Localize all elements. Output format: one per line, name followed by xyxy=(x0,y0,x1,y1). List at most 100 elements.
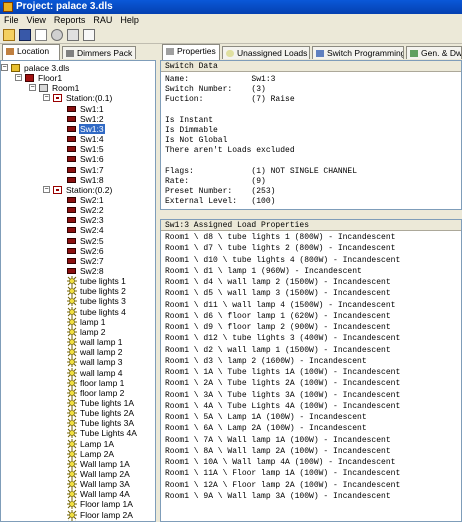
switch-icon xyxy=(67,258,76,264)
tree-load-label: Wall lamp 3A xyxy=(80,479,130,489)
open-folder-icon[interactable] xyxy=(3,29,15,41)
tree-switch-label: Sw2:2 xyxy=(80,205,104,215)
lamp-icon xyxy=(67,479,77,489)
menu-file[interactable]: File xyxy=(0,14,23,27)
tree-load-label: tube lights 3 xyxy=(80,296,126,306)
lamp-icon xyxy=(67,378,77,388)
tab-properties-label: Properties xyxy=(177,46,216,56)
switch-icon xyxy=(67,217,76,223)
switch-data-line: Preset Number: (253) xyxy=(165,187,276,197)
tab-location[interactable]: Location xyxy=(2,44,60,60)
tree-load-label: Wall lamp 1A xyxy=(80,459,130,469)
location-tree[interactable]: − palace 3.dls − Floor1− Room1− Station:(0.1)… xyxy=(0,60,156,522)
menu-reports[interactable]: Reports xyxy=(50,14,90,27)
switch-icon xyxy=(67,268,76,274)
tab-switch-programming[interactable]: Switch Programming xyxy=(312,46,404,59)
switch-data-line: Rate: (9) xyxy=(165,177,266,186)
menu-help[interactable]: Help xyxy=(116,14,143,27)
new-document-icon[interactable] xyxy=(35,29,47,41)
report-icon[interactable] xyxy=(83,29,95,41)
collapse-toggle[interactable]: − xyxy=(29,84,36,91)
menu-rau[interactable]: RAU xyxy=(89,14,116,27)
tree-switch-label: Sw1:4 xyxy=(80,134,104,144)
assigned-load-row: Room1 \ d9 \ floor lamp 2 (900W) - Incan… xyxy=(165,323,391,332)
assigned-load-row: Room1 \ d3 \ lamp 2 (1600W) - Incandesce… xyxy=(165,356,367,366)
collapse-toggle[interactable]: − xyxy=(15,74,22,81)
switch-icon xyxy=(67,156,76,162)
assigned-load-row: Room1 \ 7A \ Wall lamp 1A (100W) - Incan… xyxy=(165,435,391,445)
tree-switch-label: Sw1:6 xyxy=(80,154,104,164)
lamp-icon xyxy=(67,459,77,469)
tree-load-label: Tube lights 3A xyxy=(80,418,135,428)
dimmer-icon xyxy=(66,50,74,57)
menu-view[interactable]: View xyxy=(23,14,50,27)
tree-load-label: Lamp 1A xyxy=(80,439,115,449)
tree-switch-label: Sw1:5 xyxy=(80,144,104,154)
lamp-icon xyxy=(67,317,77,327)
station-icon xyxy=(53,186,62,194)
tab-unassigned-loads[interactable]: Unassigned Loads xyxy=(222,46,310,59)
assigned-load-row: Room1 \ d6 \ floor lamp 1 (620W) - Incan… xyxy=(165,311,391,321)
tab-dimmers-pack-label: Dimmers Pack xyxy=(77,48,133,58)
lamp-icon xyxy=(67,296,77,306)
tree-switch-label: Sw2:6 xyxy=(80,246,104,256)
lamp-icon xyxy=(67,388,77,398)
cancel-icon[interactable] xyxy=(51,29,63,41)
switch-icon xyxy=(67,116,76,122)
tree-load-label: floor lamp 2 xyxy=(80,388,125,398)
tree-load-label: Floor lamp 2A xyxy=(80,510,133,520)
tree-load-label: Lamp 2A xyxy=(80,449,115,459)
tab-gen-dwnl[interactable]: Gen. & Dwnl xyxy=(406,46,462,59)
switch-icon xyxy=(67,106,76,112)
assigned-load-row: Room1 \ d7 \ tube lights 2 (800W) - Inca… xyxy=(165,244,396,254)
switch-data-line: External Level: (100) xyxy=(165,197,276,207)
tree-load-label: wall lamp 3 xyxy=(80,357,123,367)
lamp-icon xyxy=(67,398,77,408)
collapse-toggle[interactable]: − xyxy=(1,64,8,71)
assigned-load-row: Room1 \ d8 \ tube lights 1 (800W) - Inca… xyxy=(165,233,396,242)
tree-station-2-label: Station:(0.2) xyxy=(66,185,113,195)
switch-icon xyxy=(67,177,76,183)
tree-load-label: Tube Lights 4A xyxy=(80,428,137,438)
tree-project-label: palace 3.dls xyxy=(24,63,70,73)
tab-gen-dwnl-label: Gen. & Dwnl xyxy=(421,48,462,58)
floor-icon xyxy=(25,74,34,82)
switch-data-line: Name: Sw1:3 xyxy=(165,75,276,84)
save-icon[interactable] xyxy=(19,29,31,41)
assigned-load-row: Room1 \ 12A \ Floor lamp 2A (100W) - Inc… xyxy=(165,480,401,490)
switch-icon xyxy=(67,238,76,244)
tree-room-label: Room1 xyxy=(52,83,80,93)
location-icon xyxy=(6,48,14,55)
tree-switch-label: Sw1:8 xyxy=(80,175,104,185)
assigned-load-row: Room1 \ d12 \ tube lights 3 (400W) - Inc… xyxy=(165,334,401,344)
lamp-icon xyxy=(67,337,77,347)
lamp-icon xyxy=(67,357,77,367)
left-tab-bar: Location Dimmers Pack xyxy=(0,44,160,60)
assigned-load-row: Room1 \ 10A \ Wall lamp 4A (100W) - Inca… xyxy=(165,458,396,467)
title-bar: Project: palace 3.dls xyxy=(0,0,462,14)
switch-data-line: Fuction: (7) Raise xyxy=(165,95,295,105)
collapse-toggle[interactable]: − xyxy=(43,94,50,101)
settings-icon[interactable] xyxy=(67,29,79,41)
lamp-icon xyxy=(67,327,77,337)
assigned-load-row: Room1 \ d1 \ lamp 1 (960W) - Incandescen… xyxy=(165,266,362,276)
lamp-icon xyxy=(67,469,77,479)
tree-floor-label: Floor1 xyxy=(38,73,63,83)
lamp-icon xyxy=(67,449,77,459)
assigned-load-row: Room1 \ 5A \ Lamp 1A (100W) - Incandesce… xyxy=(165,413,367,422)
lamp-icon xyxy=(67,439,77,449)
switch-icon xyxy=(67,146,76,152)
collapse-toggle[interactable]: − xyxy=(43,186,50,193)
project-icon xyxy=(11,64,20,72)
tree-switch-label: Sw2:1 xyxy=(80,195,104,205)
switch-data-panel: Switch Data Name: Sw1:3 Switch Number: (3… xyxy=(160,60,462,210)
assigned-load-row: Room1 \ 4A \ Tube Lights 4A (100W) - Inc… xyxy=(165,401,401,411)
assigned-load-row: Room1 \ d4 \ wall lamp 2 (1500W) - Incan… xyxy=(165,278,391,287)
switch-icon xyxy=(67,207,76,213)
assigned-load-row: Room1 \ 3A \ Tube lights 3A (100W) - Inc… xyxy=(165,390,401,400)
tab-dimmers-pack[interactable]: Dimmers Pack xyxy=(62,46,136,59)
assigned-load-row: Room1 \ 9A \ Wall lamp 3A (100W) - Incan… xyxy=(165,491,391,501)
lamp-icon xyxy=(67,408,77,418)
tab-properties[interactable]: Properties xyxy=(162,44,220,60)
assigned-load-row: Room1 \ d2 \ wall lamp 1 (1500W) - Incan… xyxy=(165,345,391,355)
